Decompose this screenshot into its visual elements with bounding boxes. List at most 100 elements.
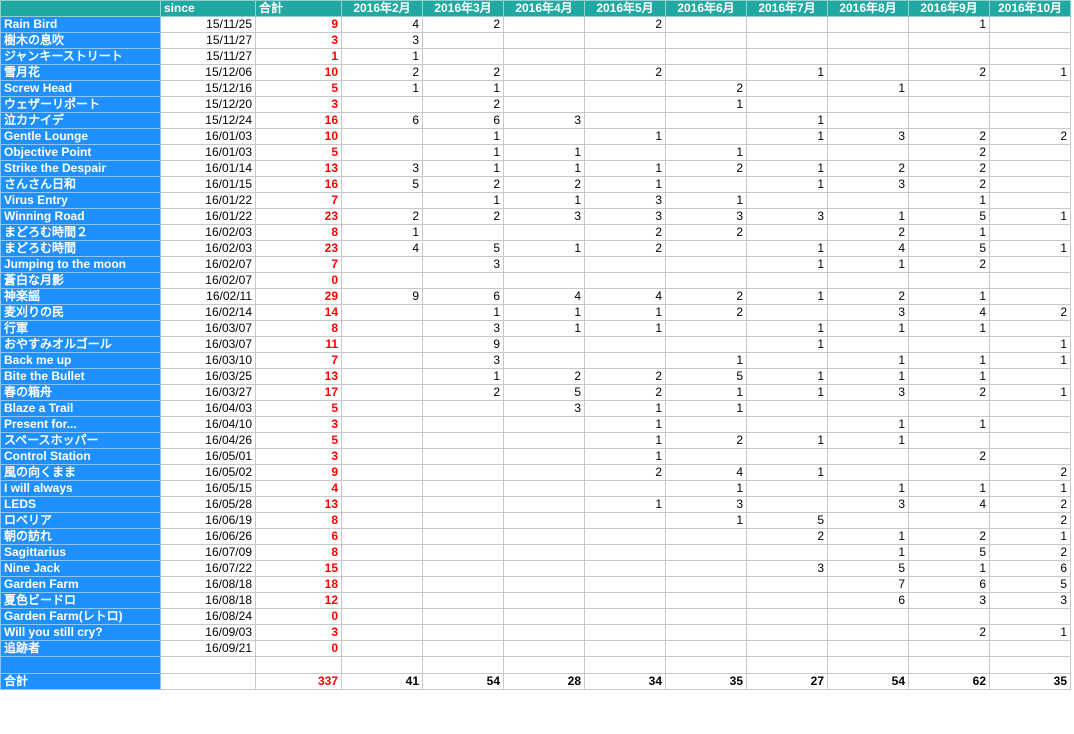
month-count-cell[interactable]	[584, 96, 666, 113]
month-count-cell[interactable]: 1	[584, 416, 666, 433]
month-count-cell[interactable]	[908, 640, 990, 657]
month-count-cell[interactable]	[341, 624, 423, 641]
month-count-cell[interactable]: 2	[989, 512, 1071, 529]
total-count-cell[interactable]: 17	[255, 384, 342, 401]
total-count-cell[interactable]: 3	[255, 416, 342, 433]
month-count-cell[interactable]: 2	[989, 496, 1071, 513]
month-count-cell[interactable]	[989, 320, 1071, 337]
summary-month-cell[interactable]: 54	[827, 673, 909, 690]
song-name-cell[interactable]: ジャンキーストリート	[0, 48, 161, 65]
month-count-cell[interactable]	[341, 256, 423, 273]
month-count-cell[interactable]: 1	[341, 80, 423, 97]
song-name-cell[interactable]: Blaze a Trail	[0, 400, 161, 417]
month-count-cell[interactable]: 1	[503, 192, 585, 209]
since-date-cell[interactable]: 16/07/22	[160, 560, 256, 577]
month-count-cell[interactable]: 2	[827, 288, 909, 305]
month-count-cell[interactable]	[665, 48, 747, 65]
month-count-cell[interactable]: 1	[665, 512, 747, 529]
total-count-cell[interactable]: 23	[255, 208, 342, 225]
summary-total-cell[interactable]: 337	[255, 673, 342, 690]
month-count-cell[interactable]: 2	[989, 544, 1071, 561]
song-name-cell[interactable]: Objective Point	[0, 144, 161, 161]
since-date-cell[interactable]: 16/04/26	[160, 432, 256, 449]
month-count-cell[interactable]: 1	[908, 192, 990, 209]
month-count-cell[interactable]	[503, 272, 585, 289]
month-count-cell[interactable]	[827, 144, 909, 161]
month-count-cell[interactable]: 3	[746, 208, 828, 225]
month-count-cell[interactable]: 3	[908, 592, 990, 609]
month-count-cell[interactable]: 2	[584, 64, 666, 81]
month-count-cell[interactable]	[584, 48, 666, 65]
song-name-cell[interactable]: Screw Head	[0, 80, 161, 97]
summary-label-cell[interactable]: 合計	[0, 673, 161, 690]
month-count-cell[interactable]: 5	[827, 560, 909, 577]
month-count-cell[interactable]: 1	[746, 112, 828, 129]
since-date-cell[interactable]: 15/12/20	[160, 96, 256, 113]
month-count-cell[interactable]	[422, 544, 504, 561]
month-count-cell[interactable]	[908, 464, 990, 481]
month-count-cell[interactable]	[503, 48, 585, 65]
month-count-cell[interactable]: 2	[908, 128, 990, 145]
month-count-cell[interactable]	[422, 400, 504, 417]
month-count-cell[interactable]: 4	[908, 304, 990, 321]
month-count-cell[interactable]	[746, 416, 828, 433]
month-count-cell[interactable]	[665, 256, 747, 273]
month-count-cell[interactable]	[665, 544, 747, 561]
month-count-cell[interactable]	[908, 432, 990, 449]
month-count-cell[interactable]	[584, 256, 666, 273]
total-count-cell[interactable]: 29	[255, 288, 342, 305]
month-count-cell[interactable]	[584, 512, 666, 529]
month-count-cell[interactable]	[341, 528, 423, 545]
total-count-cell[interactable]: 5	[255, 144, 342, 161]
month-count-cell[interactable]: 3	[746, 560, 828, 577]
since-date-cell[interactable]: 15/12/16	[160, 80, 256, 97]
month-count-cell[interactable]	[503, 512, 585, 529]
month-count-cell[interactable]	[827, 48, 909, 65]
since-date-cell[interactable]: 16/03/07	[160, 336, 256, 353]
month-count-cell[interactable]	[665, 640, 747, 657]
month-count-cell[interactable]: 1	[746, 368, 828, 385]
song-name-cell[interactable]: 蒼白な月影	[0, 272, 161, 289]
month-count-cell[interactable]: 1	[989, 208, 1071, 225]
month-count-cell[interactable]: 1	[908, 560, 990, 577]
month-count-cell[interactable]	[341, 640, 423, 657]
month-count-cell[interactable]	[827, 16, 909, 33]
month-count-cell[interactable]	[584, 336, 666, 353]
month-count-cell[interactable]: 2	[665, 304, 747, 321]
header-month-cell[interactable]: 2016年7月	[746, 0, 828, 17]
blank-cell[interactable]	[827, 656, 909, 674]
month-count-cell[interactable]: 2	[908, 624, 990, 641]
month-count-cell[interactable]	[422, 416, 504, 433]
month-count-cell[interactable]: 1	[503, 160, 585, 177]
month-count-cell[interactable]: 3	[503, 112, 585, 129]
since-date-cell[interactable]: 16/08/18	[160, 576, 256, 593]
month-count-cell[interactable]	[503, 96, 585, 113]
month-count-cell[interactable]: 1	[746, 464, 828, 481]
summary-empty-cell[interactable]	[160, 673, 256, 690]
month-count-cell[interactable]: 2	[665, 160, 747, 177]
month-count-cell[interactable]: 2	[422, 384, 504, 401]
month-count-cell[interactable]	[422, 432, 504, 449]
month-count-cell[interactable]: 2	[908, 448, 990, 465]
month-count-cell[interactable]	[341, 560, 423, 577]
month-count-cell[interactable]	[584, 144, 666, 161]
month-count-cell[interactable]: 3	[422, 256, 504, 273]
since-date-cell[interactable]: 16/02/07	[160, 272, 256, 289]
month-count-cell[interactable]	[908, 32, 990, 49]
since-date-cell[interactable]: 16/05/28	[160, 496, 256, 513]
month-count-cell[interactable]	[665, 176, 747, 193]
month-count-cell[interactable]: 1	[665, 96, 747, 113]
header-month-cell[interactable]: 2016年8月	[827, 0, 909, 17]
month-count-cell[interactable]: 2	[584, 368, 666, 385]
month-count-cell[interactable]: 1	[584, 432, 666, 449]
month-count-cell[interactable]: 1	[908, 416, 990, 433]
month-count-cell[interactable]	[989, 32, 1071, 49]
month-count-cell[interactable]: 1	[908, 368, 990, 385]
month-count-cell[interactable]	[989, 112, 1071, 129]
total-count-cell[interactable]: 0	[255, 608, 342, 625]
month-count-cell[interactable]	[341, 320, 423, 337]
month-count-cell[interactable]: 1	[827, 528, 909, 545]
month-count-cell[interactable]: 1	[665, 192, 747, 209]
month-count-cell[interactable]	[746, 16, 828, 33]
month-count-cell[interactable]: 1	[908, 352, 990, 369]
